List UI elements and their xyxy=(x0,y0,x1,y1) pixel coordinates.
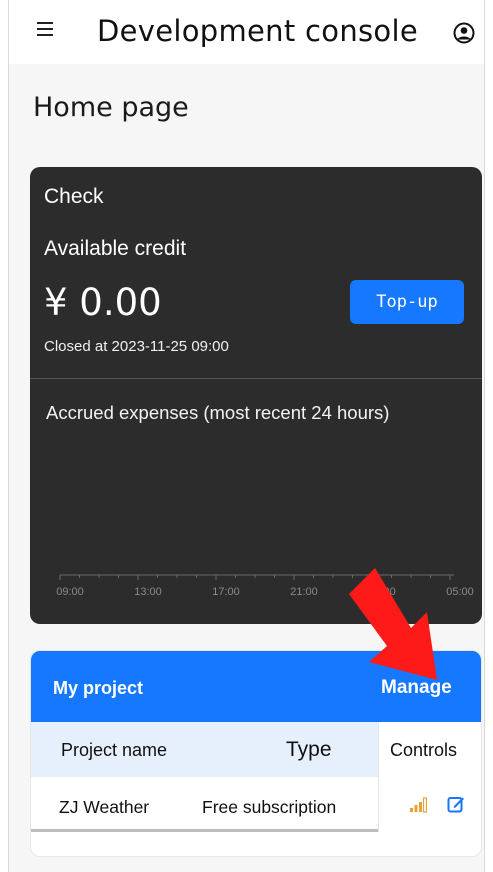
manage-link[interactable]: Manage xyxy=(381,677,452,699)
column-header-project-name: Project name xyxy=(61,740,168,760)
axis-tick-label: 17:00 xyxy=(212,586,240,598)
axis-tick-label: 09:00 xyxy=(56,586,84,598)
credit-amount: ¥ 0.00 xyxy=(44,281,162,324)
column-header-controls-cell: Controls xyxy=(378,722,481,777)
user-account-icon[interactable] xyxy=(453,22,475,44)
check-title: Check xyxy=(44,185,104,208)
axis-tick-label: 05:00 xyxy=(446,586,474,598)
axis-tick-label: 21:00 xyxy=(290,586,318,598)
stats-icon[interactable] xyxy=(409,797,427,813)
column-header-type: Type xyxy=(286,738,332,761)
edit-icon[interactable] xyxy=(447,795,465,813)
app-title: Development console xyxy=(97,14,418,48)
page-title: Home page xyxy=(33,92,189,123)
check-card: Check Available credit ¥ 0.00 Top-up Clo… xyxy=(30,167,482,624)
available-credit-label: Available credit xyxy=(44,237,187,260)
axis-tick-label: 13:00 xyxy=(134,586,162,598)
my-project-title: My project xyxy=(53,678,144,698)
table-row[interactable]: ZJ Weather Free subscription xyxy=(31,777,481,832)
expenses-chart-axis: 09:00 13:00 17:00 21:00 01:00 05:00 xyxy=(56,574,474,598)
controls-divider xyxy=(378,777,379,832)
app-frame: Development console Home page Check Avai… xyxy=(8,0,485,872)
project-card-header: My project Manage xyxy=(31,651,481,722)
hamburger-menu-icon[interactable] xyxy=(37,22,53,36)
column-header-controls: Controls xyxy=(390,740,458,760)
accrued-expenses-title: Accrued expenses (most recent 24 hours) xyxy=(46,402,390,423)
project-name-cell: ZJ Weather xyxy=(59,797,150,817)
row-divider xyxy=(31,829,378,832)
project-table-header: Project name Type Controls xyxy=(31,722,481,777)
my-project-card: My project Manage Project name Type Cont… xyxy=(30,650,482,857)
axis-tick-label: 01:00 xyxy=(368,586,396,598)
top-app-bar: Development console xyxy=(9,0,484,64)
card-divider xyxy=(30,378,482,379)
top-up-button[interactable]: Top-up xyxy=(350,280,464,324)
closed-at-timestamp: Closed at 2023-11-25 09:00 xyxy=(44,338,229,355)
project-type-cell: Free subscription xyxy=(202,797,337,817)
